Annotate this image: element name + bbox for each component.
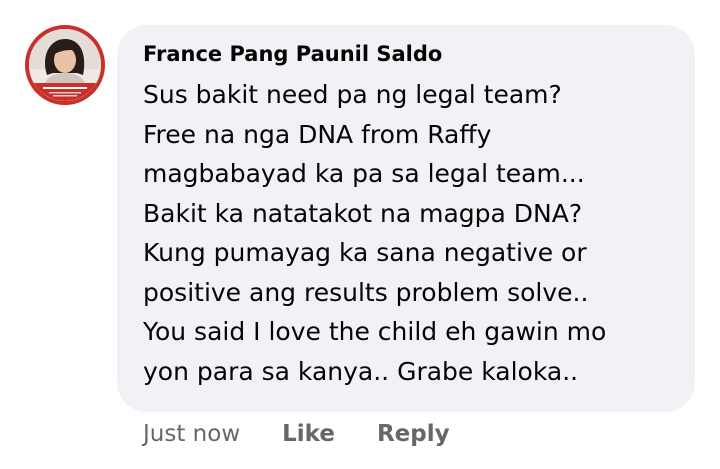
avatar[interactable] xyxy=(25,25,105,105)
comment-line: Kung pumayag ka sana negative or xyxy=(143,238,587,267)
comment-text: Sus bakit need pa ng legal team? Free na… xyxy=(143,75,675,391)
comment-bubble: France Pang Paunil Saldo Sus bakit need … xyxy=(117,25,695,412)
profile-photo-icon xyxy=(29,29,101,101)
comment-line: Bakit ka natatakot na magpa DNA? xyxy=(143,198,583,228)
comment-line: You said I love the child eh gawin mo xyxy=(143,317,607,346)
reply-button[interactable]: Reply xyxy=(377,421,450,447)
comment-line: Free na nga DNA from Raffy xyxy=(143,119,492,149)
like-button[interactable]: Like xyxy=(282,421,335,447)
comment-timestamp[interactable]: Just now xyxy=(143,421,240,447)
comment-line: magbabayad ka pa sa legal team... xyxy=(143,159,585,188)
comment-line: Sus bakit need pa ng legal team? xyxy=(143,80,562,109)
comment-line: yon para sa kanya.. Grabe kaloka.. xyxy=(143,356,579,386)
comment-author[interactable]: France Pang Paunil Saldo xyxy=(143,37,675,71)
comment-actions: Just now Like Reply xyxy=(143,414,450,454)
comment-line: positive ang results problem solve.. xyxy=(143,277,589,307)
